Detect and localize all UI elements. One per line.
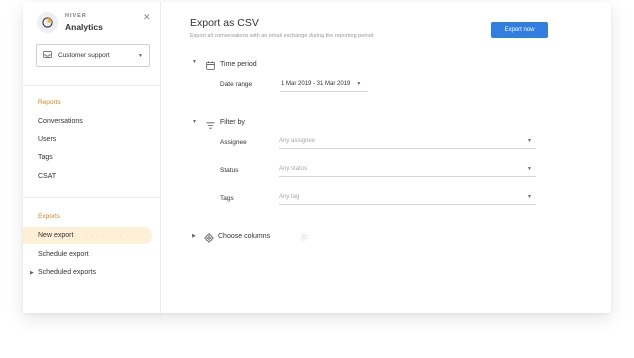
assignee-select[interactable]: Any assignee ▼ [279,134,536,149]
inbox-selector-label: Customer support [58,52,110,59]
inbox-icon [43,51,52,60]
chevron-down-icon[interactable]: ▼ [192,59,197,65]
sidebar-item-conversations[interactable]: Conversations [23,113,161,130]
tags-label: Tags [220,195,234,202]
filter-by-heading: Filter by [220,119,245,126]
brand-product: Analytics [65,21,103,32]
brand: HIVER Analytics [37,12,103,33]
sidebar-item-users[interactable]: Users [23,131,161,148]
app-window: HIVER Analytics ✕ Customer support ▼ Rep… [23,2,611,313]
chevron-right-icon[interactable]: ▶ [192,233,196,239]
sidebar-item-label: Conversations [38,118,83,125]
export-now-button[interactable]: Export now [491,22,548,38]
tags-select[interactable]: Any tag ▼ [279,190,536,205]
divider [23,85,161,86]
assignee-label: Assignee [220,139,247,146]
time-period-heading: Time period [220,61,257,68]
status-placeholder: Any status [279,166,308,172]
page-title: Export as CSV [190,17,259,29]
active-indicator: · · · · · · · [85,232,123,239]
sidebar-item-schedule-export[interactable]: Schedule export [23,246,161,263]
sidebar-item-label: Scheduled exports [38,269,96,276]
choose-columns-heading[interactable]: Choose columns [218,233,270,240]
chevron-down-icon: ▼ [527,166,532,172]
assignee-placeholder: Any assignee [279,138,316,144]
calendar-icon [206,57,215,75]
date-range-value: 1 Mar 2019 - 31 Mar 2019 [281,81,351,87]
filter-icon [206,117,215,135]
inbox-selector[interactable]: Customer support ▼ [36,44,150,67]
reports-section-title: Reports [38,99,61,106]
chevron-down-icon: ▼ [356,81,362,87]
sidebar-item-scheduled-exports[interactable]: ▶ Scheduled exports [23,264,161,281]
sidebar-item-label: Tags [38,154,53,161]
gear-icon [204,230,214,248]
date-range-label: Date range [220,81,253,88]
brand-company: HIVER [65,13,87,19]
chevron-down-icon: ▼ [138,52,143,59]
date-range-select[interactable]: 1 Mar 2019 - 31 Mar 2019 ▼ [280,77,368,92]
chevron-right-icon[interactable]: ▶ [30,270,34,276]
chevron-down-icon: ▼ [527,194,532,200]
pie-chart-icon [37,12,58,33]
close-icon[interactable]: ✕ [143,13,151,22]
divider [23,197,161,198]
sidebar-item-label: Users [38,136,57,143]
tags-placeholder: Any tag [279,194,300,200]
chevron-down-icon: ▼ [527,138,532,144]
main-content: Export as CSV Export all conversations w… [161,2,611,313]
chevron-down-icon[interactable]: ▼ [192,119,197,125]
sidebar-item-label: Schedule export [38,251,89,258]
sidebar-item-label: New export [38,232,74,239]
page-subtitle: Export all conversations with an email e… [190,33,374,39]
status-label: Status [220,167,239,174]
info-icon[interactable]: ⓘ [301,233,307,242]
sidebar: HIVER Analytics ✕ Customer support ▼ Rep… [23,2,161,313]
sidebar-item-csat[interactable]: CSAT [23,168,161,185]
sidebar-item-new-export[interactable]: New export · · · · · · · [23,227,152,244]
sidebar-item-label: CSAT [38,173,57,180]
status-select[interactable]: Any status ▼ [279,162,536,177]
sidebar-item-tags[interactable]: Tags [23,149,161,166]
exports-section-title: Exports [38,213,61,220]
